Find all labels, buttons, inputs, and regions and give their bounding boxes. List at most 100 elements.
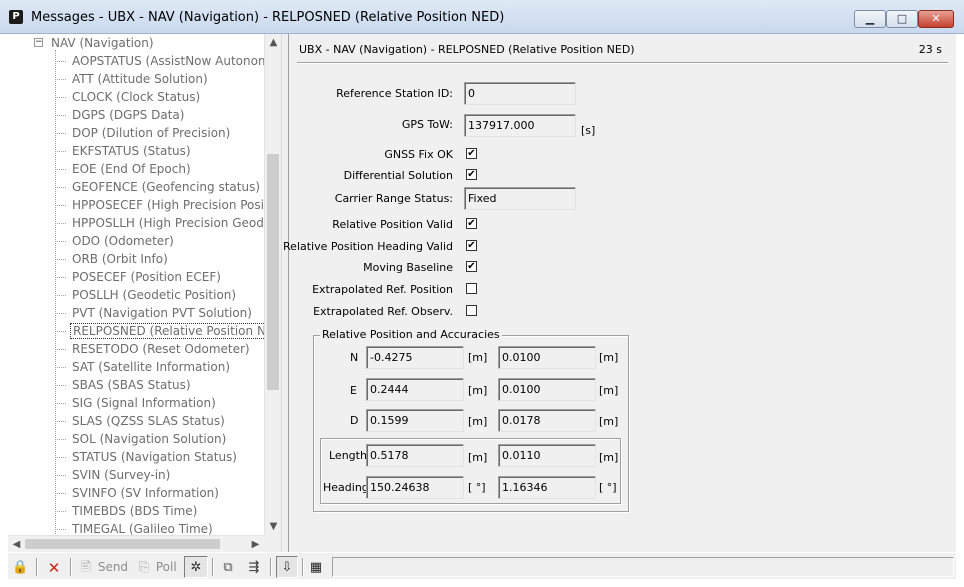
tree-item-label: SBAS (SBAS Status): [72, 378, 191, 392]
copy-icon: ⧉: [223, 559, 233, 575]
tree-item-label: SVIN (Survey-in): [72, 468, 171, 482]
length-field: 0.5178: [366, 444, 464, 467]
print-button[interactable]: ▦: [308, 557, 324, 577]
maximize-button[interactable]: □: [886, 10, 918, 28]
send-button[interactable]: 🖹 Send: [78, 557, 128, 577]
tree-item[interactable]: CLOCK (Clock Status): [55, 88, 280, 106]
lock-button[interactable]: 🔒: [12, 557, 28, 577]
minimize-button[interactable]: ▁: [854, 10, 886, 28]
tree-item-label: HPPOSECEF (High Precision Position: [72, 198, 281, 212]
rel-pos-n-unit: [m]: [468, 351, 488, 364]
tree-item-label: HPPOSLLH (High Precision Geodetic: [72, 216, 281, 230]
extrapolated-ref-position-checkbox: [466, 283, 477, 294]
length-unit: [m]: [468, 451, 488, 464]
message-tree[interactable]: − NAV (Navigation) AOPSTATUS (AssistNow …: [8, 34, 281, 552]
rel-pos-e-unit: [m]: [468, 384, 488, 397]
scroll-down-arrow-icon[interactable]: ▼: [265, 518, 282, 535]
gps-tow-label: GPS ToW:: [401, 118, 453, 131]
tree-item[interactable]: SLAS (QZSS SLAS Status): [55, 412, 280, 430]
tree-item[interactable]: POSECEF (Position ECEF): [55, 268, 280, 286]
app-icon: P: [9, 10, 23, 24]
delete-icon: ✕: [47, 558, 61, 577]
title-bar: P Messages - UBX - NAV (Navigation) - RE…: [0, 0, 964, 34]
tree-horizontal-scrollbar[interactable]: ◀ ▶: [8, 535, 264, 552]
copy-button[interactable]: ⧉: [220, 557, 236, 577]
carrier-range-label: Carrier Range Status:: [334, 192, 453, 205]
moving-baseline-checkbox: [466, 261, 477, 272]
rel-pos-d-field: 0.1599: [366, 409, 464, 432]
tree-item-label: PVT (Navigation PVT Solution): [72, 306, 252, 320]
extrapolated-ref-observ-label: Extrapolated Ref. Observ.: [313, 305, 453, 318]
tree-item[interactable]: AOPSTATUS (AssistNow Autonomou: [55, 52, 281, 70]
carrier-range-field: Fixed: [464, 187, 576, 210]
delete-button[interactable]: ✕: [46, 557, 62, 577]
rel-pos-n-acc-field: 0.0100: [498, 346, 596, 369]
tree-item-label: CLOCK (Clock Status): [72, 90, 201, 104]
send-icon: 🖹: [80, 559, 92, 575]
heading-unit: [ °]: [468, 481, 486, 494]
rel-pos-n-field: -0.4275: [366, 346, 464, 369]
tree-item[interactable]: EOE (End Of Epoch): [55, 160, 280, 178]
tree-item[interactable]: SVIN (Survey-in): [55, 466, 280, 484]
magic-wand-icon: ✲: [190, 559, 202, 575]
auto-poll-toggle[interactable]: ✲: [184, 556, 208, 578]
close-button[interactable]: ✕: [918, 10, 954, 28]
tree-item-label: RESETODO (Reset Odometer): [72, 342, 250, 356]
tree-node-nav[interactable]: NAV (Navigation): [51, 34, 154, 52]
toolbar-status-field: [332, 557, 954, 577]
tree-item-label: SLAS (QZSS SLAS Status): [72, 414, 225, 428]
export-button[interactable]: ⇶: [246, 557, 262, 577]
axis-d-label: D: [350, 414, 359, 427]
tree-item-label: AOPSTATUS (AssistNow Autonomou: [72, 54, 281, 68]
gps-tow-field: 137917.000: [464, 114, 576, 137]
tree-item-label: SIG (Signal Information): [72, 396, 216, 410]
tree-item[interactable]: PVT (Navigation PVT Solution): [55, 304, 280, 322]
rel-pos-valid-checkbox: [466, 218, 477, 229]
poll-button[interactable]: ⎘ Poll: [136, 557, 177, 577]
tree-item[interactable]: TIMEBDS (BDS Time): [55, 502, 280, 520]
poll-icon: ⎘: [138, 559, 150, 575]
tree-item[interactable]: POSLLH (Geodetic Position): [55, 286, 280, 304]
tree-item[interactable]: SVINFO (SV Information): [55, 484, 280, 502]
tree-item[interactable]: DGPS (DGPS Data): [55, 106, 280, 124]
lock-icon: 🔒: [12, 559, 29, 575]
tree-item[interactable]: EKFSTATUS (Status): [55, 142, 280, 160]
scroll-right-arrow-icon[interactable]: ▶: [247, 536, 264, 553]
rel-pos-heading-valid-label: Relative Position Heading Valid: [283, 240, 453, 253]
tree-item[interactable]: GEOFENCE (Geofencing status): [55, 178, 280, 196]
tree-item[interactable]: STATUS (Navigation Status): [55, 448, 280, 466]
tree-item-label: EOE (End Of Epoch): [72, 162, 191, 176]
tree-item-label: STATUS (Navigation Status): [72, 450, 237, 464]
tree-item[interactable]: SOL (Navigation Solution): [55, 430, 280, 448]
scroll-left-arrow-icon[interactable]: ◀: [8, 536, 25, 553]
tree-item-label: SOL (Navigation Solution): [72, 432, 227, 446]
tree-item[interactable]: HPPOSECEF (High Precision Position: [55, 196, 281, 214]
tree-item-label: SVINFO (SV Information): [72, 486, 219, 500]
extrapolated-ref-observ-checkbox: [466, 305, 477, 316]
toolbar-separator: [36, 558, 38, 576]
tree-item[interactable]: DOP (Dilution of Precision): [55, 124, 280, 142]
tree-item-label: RELPOSNED (Relative Position NED): [70, 323, 280, 339]
tree-item-label: ODO (Odometer): [72, 234, 174, 248]
poll-label: Poll: [155, 560, 177, 574]
bottom-toolbar: 🔒 ✕ 🖹 Send ⎘ Poll ✲ ⧉ ⇶ ⇩ ▦: [8, 552, 956, 579]
tree-item[interactable]: RESETODO (Reset Odometer): [55, 340, 280, 358]
tree-item[interactable]: ATT (Attitude Solution): [55, 70, 280, 88]
scroll-thumb-horizontal[interactable]: [25, 539, 220, 549]
scroll-up-arrow-icon[interactable]: ▲: [265, 34, 282, 51]
rel-pos-e-acc-field: 0.0100: [498, 378, 596, 401]
accuracy-group-title: Relative Position and Accuracies: [320, 328, 502, 341]
tree-item[interactable]: ODO (Odometer): [55, 232, 280, 250]
send-label: Send: [97, 560, 129, 574]
tree-item[interactable]: ORB (Orbit Info): [55, 250, 280, 268]
tree-item[interactable]: SIG (Signal Information): [55, 394, 280, 412]
tree-item[interactable]: SBAS (SBAS Status): [55, 376, 280, 394]
scroll-down-icon: ⇩: [281, 559, 293, 575]
tree-item[interactable]: RELPOSNED (Relative Position NED): [55, 322, 280, 340]
tree-item-label: GEOFENCE (Geofencing status): [72, 180, 261, 194]
autoscroll-toggle[interactable]: ⇩: [276, 556, 298, 578]
axis-n-label: N: [350, 351, 359, 364]
tree-item[interactable]: SAT (Satellite Information): [55, 358, 280, 376]
tree-item[interactable]: HPPOSLLH (High Precision Geodetic: [55, 214, 281, 232]
tree-collapse-icon[interactable]: −: [34, 38, 43, 47]
